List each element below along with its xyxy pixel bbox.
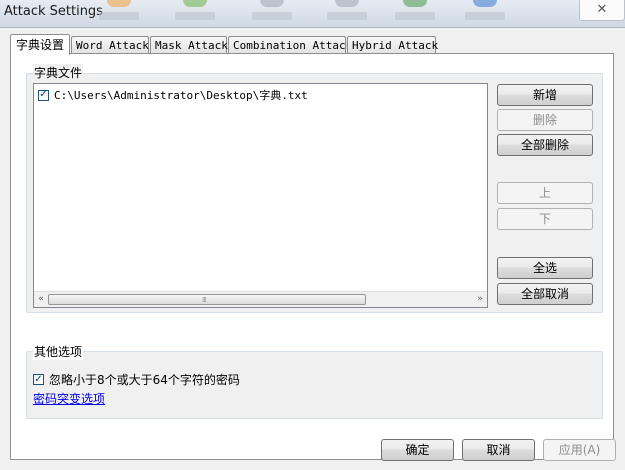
ignore-length-label: 忽略小于8个或大于64个字符的密码	[49, 373, 240, 387]
close-button[interactable]: ✕	[579, 0, 625, 21]
tab-label: Mask Attack	[155, 39, 228, 52]
password-mutation-options-link[interactable]: 密码突变选项	[33, 390, 105, 407]
list-item-checkbox[interactable]: ✓	[38, 89, 49, 101]
background-label	[99, 12, 139, 20]
tab-dictionary-settings[interactable]: 字典设置	[10, 34, 70, 55]
apply-button[interactable]: 应用(A)	[543, 439, 616, 461]
background-label	[175, 12, 215, 20]
tab-word-attack[interactable]: Word Attack	[71, 36, 149, 53]
move-up-button[interactable]: 上	[497, 182, 593, 204]
background-app-icon	[260, 0, 284, 7]
list-item[interactable]: ✓ C:\Users\Administrator\Desktop\字典.txt	[38, 87, 308, 103]
title-bar[interactable]: Attack Settings ✕	[0, 0, 625, 28]
move-down-button[interactable]: 下	[497, 208, 593, 230]
background-toolbar	[95, 0, 515, 26]
window-title: Attack Settings	[4, 4, 103, 19]
delete-all-button[interactable]: 全部删除	[497, 134, 593, 156]
background-label	[465, 12, 505, 20]
dictionary-file-list[interactable]: ✓ C:\Users\Administrator\Desktop\字典.txt	[33, 83, 488, 308]
scroll-right-icon[interactable]: »	[473, 292, 487, 307]
add-button[interactable]: 新增	[497, 84, 593, 106]
tab-label: 字典设置	[15, 38, 64, 52]
background-label	[395, 12, 435, 20]
tab-combination-attack[interactable]: Combination Attack	[228, 36, 352, 53]
other-options-group-label: 其他选项	[33, 343, 84, 360]
ignore-length-checkbox[interactable]: ✓	[33, 374, 44, 385]
ignore-length-option[interactable]: ✓ 忽略小于8个或大于64个字符的密码	[33, 371, 240, 388]
background-app-icon	[107, 0, 131, 7]
grip-icon: ⁞⁞⁞	[202, 296, 207, 304]
check-icon: ✓	[39, 89, 48, 100]
background-label	[252, 12, 292, 20]
cancel-button[interactable]: 取消	[462, 439, 535, 461]
horizontal-scrollbar[interactable]: « ⁞⁞⁞ »	[34, 291, 487, 307]
background-app-icon	[335, 0, 359, 7]
delete-button[interactable]: 删除	[497, 109, 593, 131]
check-icon: ✓	[34, 373, 43, 385]
tab-label: Word Attack	[76, 39, 149, 52]
scroll-left-icon[interactable]: «	[34, 292, 48, 307]
dictionary-group-label: 字典文件	[33, 64, 84, 81]
background-label	[327, 12, 367, 20]
deselect-all-button[interactable]: 全部取消	[497, 283, 593, 305]
close-icon: ✕	[596, 2, 608, 17]
background-app-icon	[473, 0, 497, 7]
select-all-button[interactable]: 全选	[497, 257, 593, 279]
tab-label: Combination Attack	[233, 39, 353, 52]
tab-hybrid-attack[interactable]: Hybrid Attack	[347, 36, 439, 53]
dictionary-file-path: C:\Users\Administrator\Desktop\字典.txt	[54, 89, 308, 102]
tab-mask-attack[interactable]: Mask Attack	[150, 36, 228, 53]
background-app-icon	[403, 0, 427, 7]
scroll-thumb[interactable]: ⁞⁞⁞	[48, 294, 366, 305]
tab-label: Hybrid Attack	[352, 39, 439, 52]
background-app-icon	[183, 0, 207, 7]
ok-button[interactable]: 确定	[381, 439, 454, 461]
